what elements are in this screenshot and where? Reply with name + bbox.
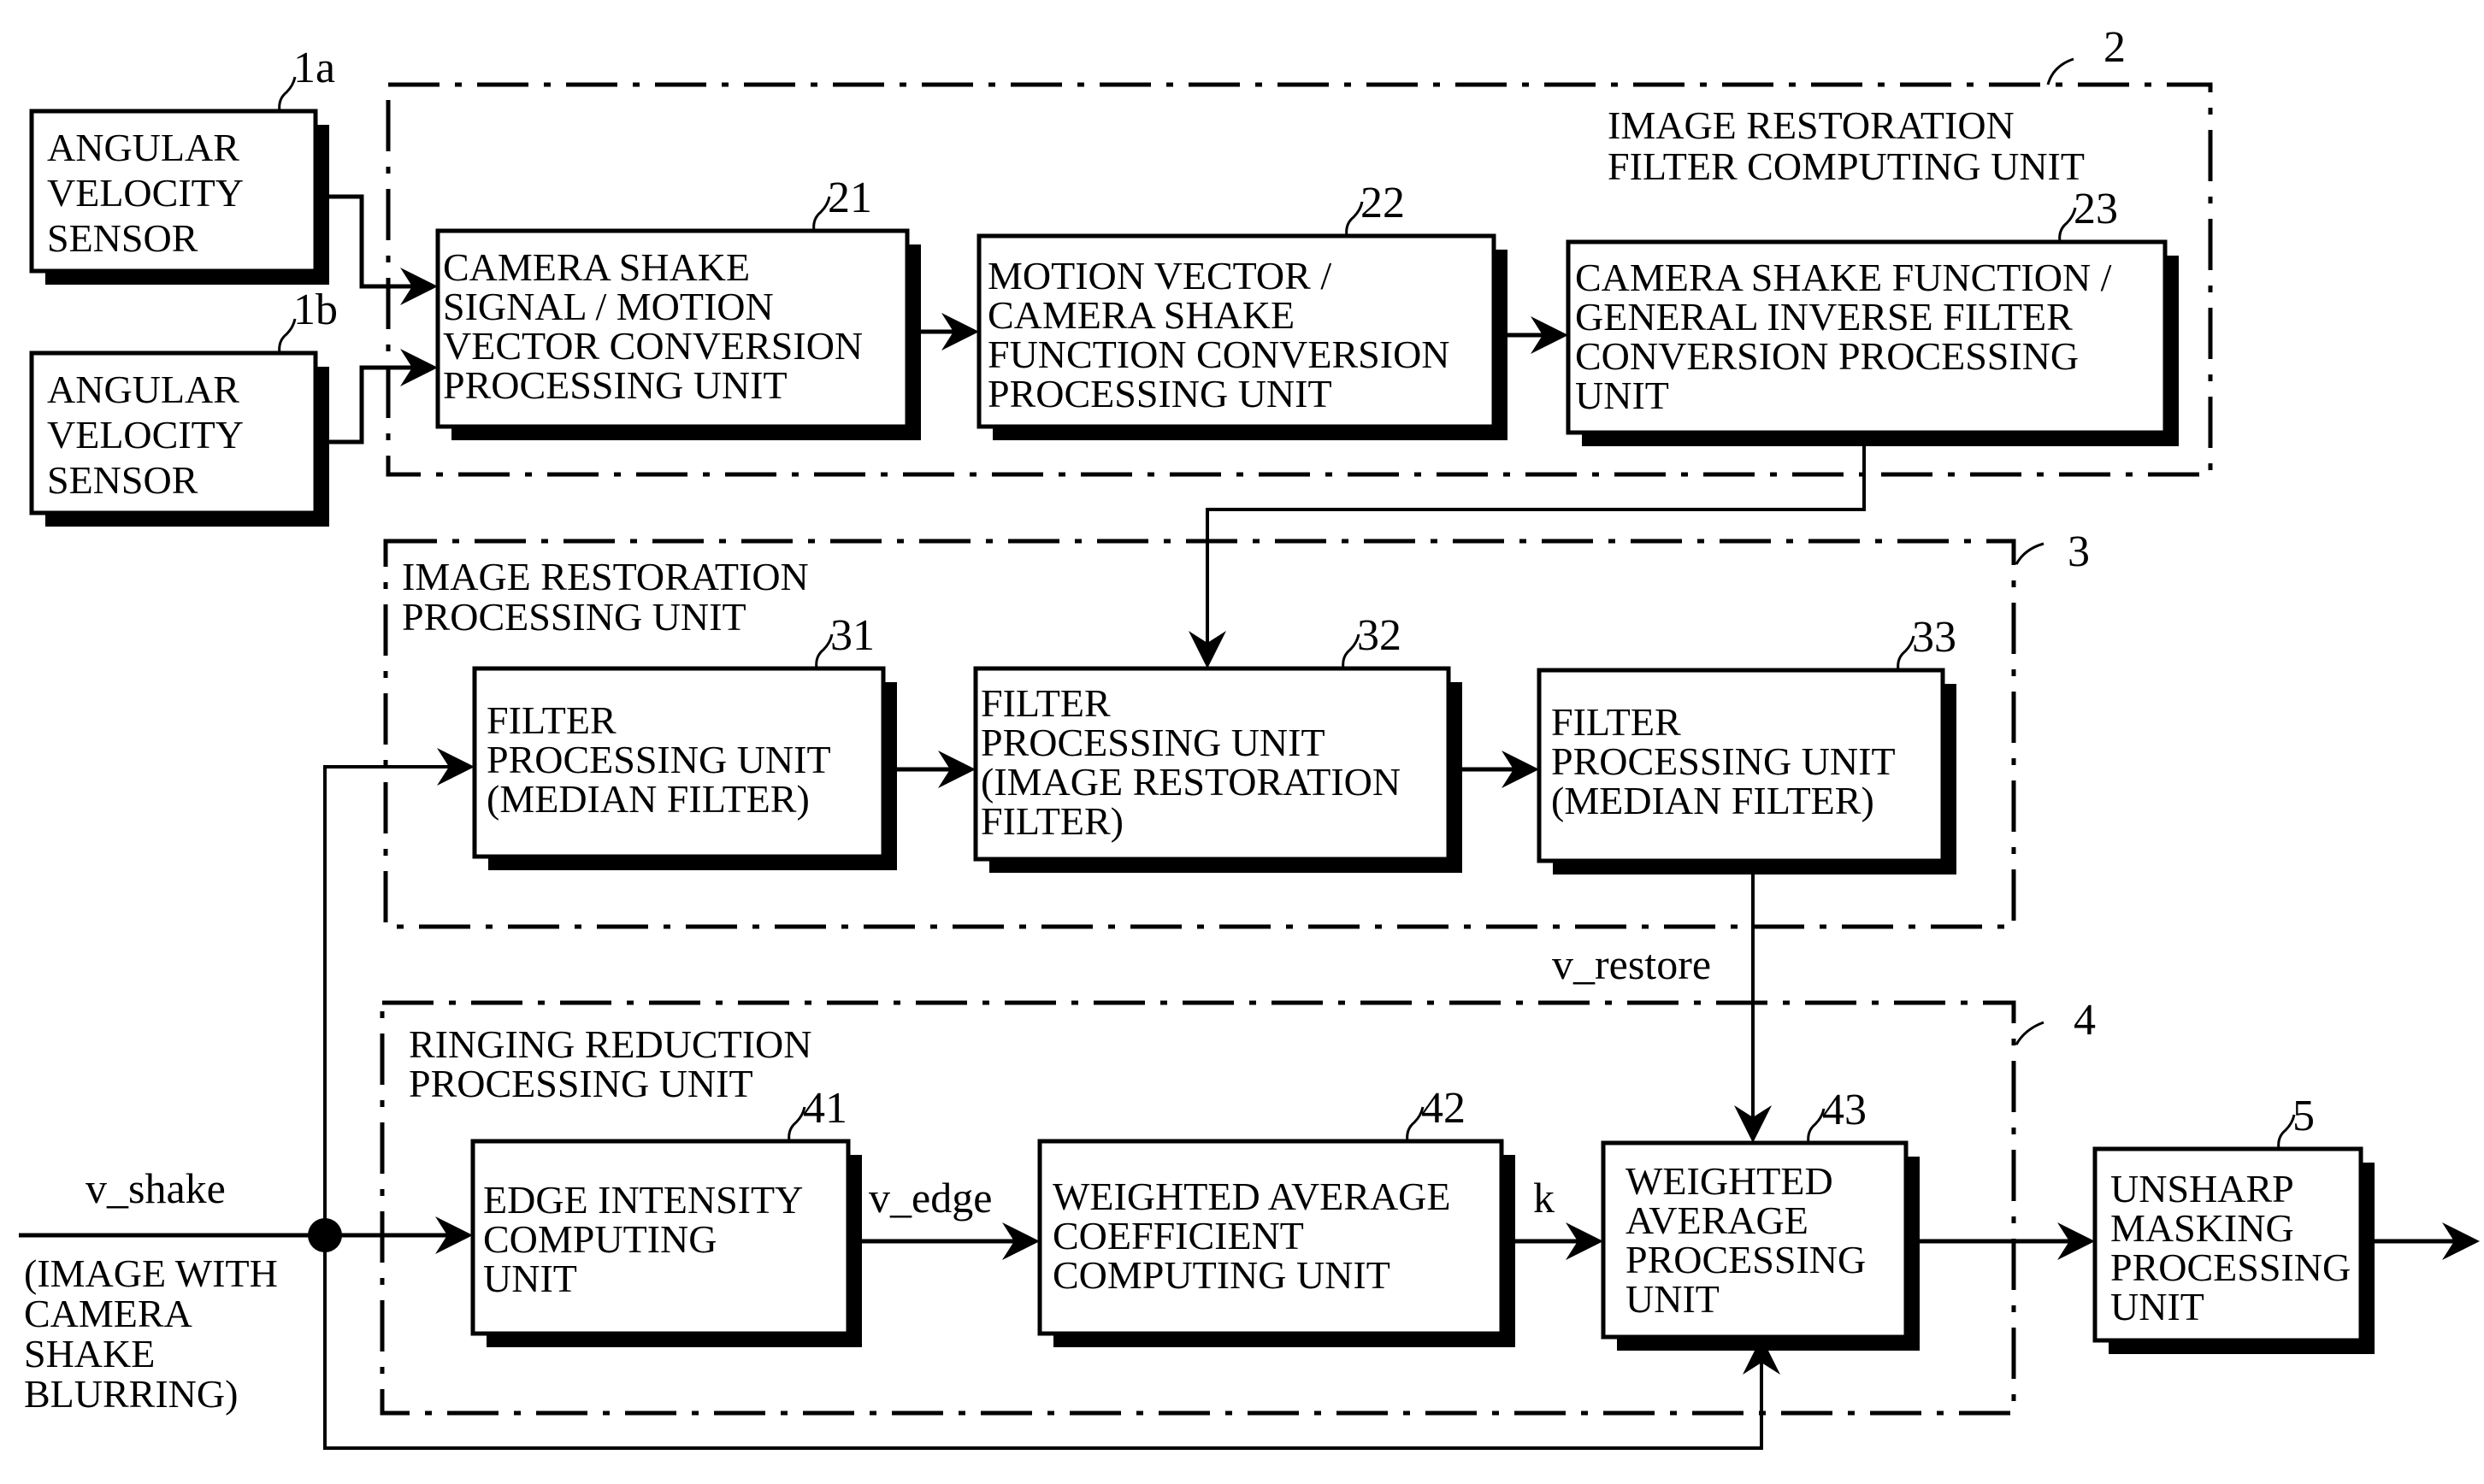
block-label-line: UNIT [2110, 1285, 2204, 1328]
block-label-line: ANGULAR [47, 126, 239, 169]
group-title-line: PROCESSING UNIT [409, 1062, 753, 1105]
v-shake-note-line: SHAKE [24, 1332, 155, 1375]
block-label-line: (IMAGE RESTORATION [981, 760, 1401, 804]
block-diagram: IMAGE RESTORATION FILTER COMPUTING UNIT … [19, 23, 2480, 1450]
block-b32: FILTERPROCESSING UNIT(IMAGE RESTORATION … [973, 611, 1462, 873]
block-label-line: UNIT [1626, 1277, 1720, 1321]
block-label-line: VELOCITY [47, 171, 244, 215]
ref-number: 3 [2068, 527, 2090, 576]
block-label-line: EDGE INTENSITY [483, 1178, 803, 1222]
ref-leader [2015, 1021, 2044, 1045]
block-label-line: PROCESSING UNIT [487, 738, 831, 781]
block-label-line: MASKING [2110, 1206, 2294, 1250]
block-b23: CAMERA SHAKE FUNCTION /GENERAL INVERSE F… [1566, 185, 2179, 446]
block-label-line: PROCESSING UNIT [443, 363, 788, 407]
block-label-line: ANGULAR [47, 368, 239, 411]
junction-dot [308, 1218, 342, 1252]
block-label-line: FILTER) [981, 799, 1124, 843]
block-label-line: PROCESSING UNIT [1551, 739, 1896, 783]
ref-number: 43 [1822, 1086, 1867, 1134]
block-label-line: UNSHARP [2110, 1167, 2294, 1210]
block-b21: CAMERA SHAKESIGNAL / MOTIONVECTOR CONVER… [435, 174, 921, 440]
block-label-line: CAMERA SHAKE [443, 245, 750, 289]
block-label-line: FUNCTION CONVERSION [988, 333, 1450, 376]
block-label-line: SENSOR [47, 216, 198, 260]
block-label-line: SIGNAL / MOTION [443, 285, 774, 328]
block-label-line: GENERAL INVERSE FILTER [1575, 295, 2073, 339]
block-label-line: PROCESSING UNIT [988, 372, 1332, 415]
block-label-line: UNIT [1575, 374, 1669, 417]
block-b41: EDGE INTENSITYCOMPUTINGUNIT 41 [470, 1084, 862, 1347]
block-label-line: MOTION VECTOR / [988, 254, 1331, 297]
block-sensor-1b: ANGULARVELOCITYSENSOR 1b [29, 286, 338, 527]
block-label-line: FILTER [981, 681, 1111, 725]
block-b33: FILTERPROCESSING UNIT(MEDIAN FILTER) 33 [1537, 613, 1956, 874]
group-title-line: PROCESSING UNIT [402, 595, 746, 639]
block-label-line: WEIGHTED [1626, 1159, 1833, 1203]
block-b5: UNSHARPMASKINGPROCESSINGUNIT 5 [2092, 1092, 2375, 1354]
block-label-line: CAMERA SHAKE [988, 293, 1295, 337]
block-b42: WEIGHTED AVERAGECOEFFICIENTCOMPUTING UNI… [1037, 1084, 1515, 1347]
ref-number: 23 [2074, 185, 2118, 233]
signal-label-k: k [1533, 1174, 1555, 1222]
block-label-line: PROCESSING [1626, 1238, 1866, 1281]
ref-number: 41 [803, 1084, 847, 1133]
ref-number: 2 [2103, 23, 2126, 72]
block-label-line: UNIT [483, 1257, 577, 1300]
block-label-line: FILTER [1551, 700, 1681, 744]
block-label-line: SENSOR [47, 458, 198, 502]
group-title-line: IMAGE RESTORATION [1608, 103, 2015, 147]
ref-number: 5 [2292, 1092, 2315, 1140]
block-sensor-1a: ANGULARVELOCITYSENSOR 1a [29, 44, 335, 285]
ref-number: 1a [293, 44, 335, 92]
ref-number: 21 [828, 174, 872, 222]
block-label-line: AVERAGE [1626, 1198, 1808, 1242]
block-label-line: CONVERSION PROCESSING [1575, 334, 2079, 378]
block-label-line: (MEDIAN FILTER) [487, 777, 810, 821]
ref-number: 42 [1421, 1084, 1466, 1133]
ref-number: 4 [2074, 996, 2096, 1045]
block-label-line: WEIGHTED AVERAGE [1053, 1175, 1450, 1218]
signal-label-v-edge: v_edge [869, 1174, 992, 1222]
ref-number: 22 [1360, 179, 1405, 227]
ref-number: 33 [1912, 613, 1956, 662]
ref-number: 1b [293, 286, 338, 334]
ref-leader [2046, 57, 2074, 85]
block-label-line: PROCESSING UNIT [981, 721, 1325, 764]
wire-23-to-32 [1206, 445, 1866, 654]
v-shake-note-line: (IMAGE WITH [24, 1251, 278, 1295]
group-title-line: FILTER COMPUTING UNIT [1608, 144, 2085, 188]
block-b22: MOTION VECTOR /CAMERA SHAKEFUNCTION CONV… [976, 179, 1508, 440]
block-label-line: CAMERA SHAKE FUNCTION / [1575, 256, 2112, 299]
block-label-line: VECTOR CONVERSION [443, 324, 863, 368]
ref-number: 32 [1357, 611, 1401, 660]
block-label-line: COMPUTING [483, 1217, 717, 1261]
block-b31: FILTERPROCESSING UNIT(MEDIAN FILTER) 31 [472, 611, 897, 870]
block-label-line: VELOCITY [47, 413, 244, 456]
block-label-line: PROCESSING [2110, 1246, 2351, 1289]
v-shake-note-line: BLURRING) [24, 1372, 238, 1416]
block-label-line: COEFFICIENT [1053, 1214, 1304, 1257]
block-label-line: COMPUTING UNIT [1053, 1253, 1390, 1297]
block-label-line: (MEDIAN FILTER) [1551, 779, 1874, 822]
ref-number: 31 [830, 611, 875, 660]
signal-label-v-restore: v_restore [1552, 940, 1711, 988]
group-title-line: RINGING REDUCTION [409, 1022, 811, 1066]
block-label-line: FILTER [487, 698, 617, 742]
v-shake-note-line: CAMERA [24, 1292, 192, 1335]
group-title-line: IMAGE RESTORATION [402, 555, 809, 598]
signal-label-v-shake: v_shake [86, 1164, 226, 1212]
ref-leader [2015, 542, 2044, 565]
